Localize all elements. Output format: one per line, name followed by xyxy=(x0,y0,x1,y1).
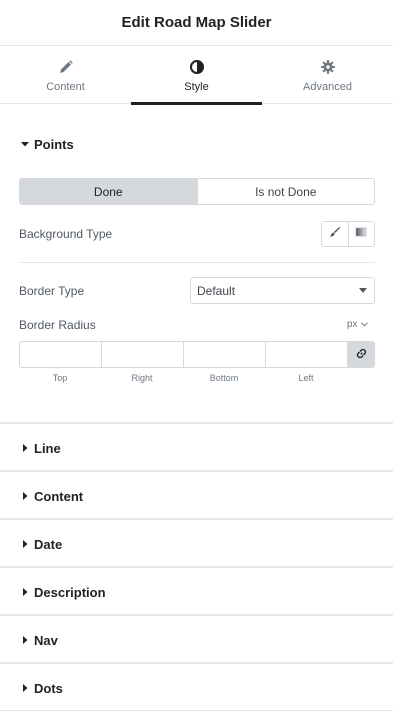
state-switcher: Done Is not Done xyxy=(19,178,375,205)
panel-title: Edit Road Map Slider xyxy=(121,14,272,31)
border-type-select[interactable]: Default xyxy=(190,277,375,304)
radius-top-input[interactable] xyxy=(19,341,101,368)
section-dots-label: Dots xyxy=(34,680,63,696)
tab-advanced-label: Advanced xyxy=(303,81,352,93)
section-points-header[interactable]: Points xyxy=(0,120,393,168)
pencil-icon xyxy=(58,59,74,75)
border-type-label: Border Type xyxy=(19,284,85,298)
brush-icon xyxy=(329,225,341,243)
section-description-header[interactable]: Description xyxy=(0,568,393,616)
radius-field-labels: Top Right Bottom Left xyxy=(19,373,347,383)
section-nav-header[interactable]: Nav xyxy=(0,616,393,664)
section-line-label: Line xyxy=(34,440,61,456)
radius-right-input[interactable] xyxy=(101,341,183,368)
unit-selector[interactable]: px xyxy=(347,319,368,330)
background-type-choices xyxy=(321,221,375,247)
section-points-label: Points xyxy=(34,136,74,152)
caret-down-icon xyxy=(20,139,30,149)
panel-header: Edit Road Map Slider xyxy=(0,0,393,46)
background-classic-button[interactable] xyxy=(322,222,348,246)
section-nav-label: Nav xyxy=(34,632,58,648)
section-line-header[interactable]: Line xyxy=(0,424,393,472)
radius-right-label: Right xyxy=(131,373,153,383)
state-not-done-button[interactable]: Is not Done xyxy=(196,179,374,204)
panel-tabs: Content Style Advanced xyxy=(0,46,393,105)
tab-style[interactable]: Style xyxy=(131,46,262,105)
tab-content[interactable]: Content xyxy=(0,46,131,104)
divider xyxy=(19,262,375,263)
section-separator xyxy=(0,710,393,711)
radius-bottom-input[interactable] xyxy=(183,341,265,368)
tab-content-label: Content xyxy=(46,81,85,93)
link-values-button[interactable] xyxy=(347,341,375,368)
tab-style-label: Style xyxy=(184,81,209,93)
border-type-value: Default xyxy=(197,283,236,298)
section-date-header[interactable]: Date xyxy=(0,520,393,568)
section-content-header[interactable]: Content xyxy=(0,472,393,520)
caret-right-icon xyxy=(20,539,30,549)
border-radius-fields xyxy=(19,341,375,368)
radius-top-label: Top xyxy=(52,373,68,383)
background-gradient-button[interactable] xyxy=(347,222,375,246)
caret-right-icon xyxy=(20,587,30,597)
caret-right-icon xyxy=(20,683,30,693)
gradient-icon xyxy=(355,225,367,243)
radius-left-input[interactable] xyxy=(265,341,347,368)
background-type-label: Background Type xyxy=(19,227,113,241)
section-date-label: Date xyxy=(34,536,63,552)
tab-advanced[interactable]: Advanced xyxy=(262,46,393,104)
state-done-button[interactable]: Done xyxy=(20,179,197,204)
gear-icon xyxy=(320,59,336,75)
section-content-label: Content xyxy=(34,488,84,504)
unit-value: px xyxy=(347,319,358,330)
caret-right-icon xyxy=(20,635,30,645)
section-description-label: Description xyxy=(34,584,106,600)
half-circle-icon xyxy=(189,59,205,75)
radius-left-label: Left xyxy=(298,373,314,383)
caret-right-icon xyxy=(20,491,30,501)
chevron-down-icon xyxy=(360,319,368,330)
caret-down-icon xyxy=(359,288,367,293)
border-radius-label: Border Radius xyxy=(19,318,96,332)
caret-right-icon xyxy=(20,443,30,453)
radius-bottom-label: Bottom xyxy=(209,373,239,383)
section-dots-header[interactable]: Dots xyxy=(0,664,393,712)
link-icon xyxy=(356,346,367,364)
